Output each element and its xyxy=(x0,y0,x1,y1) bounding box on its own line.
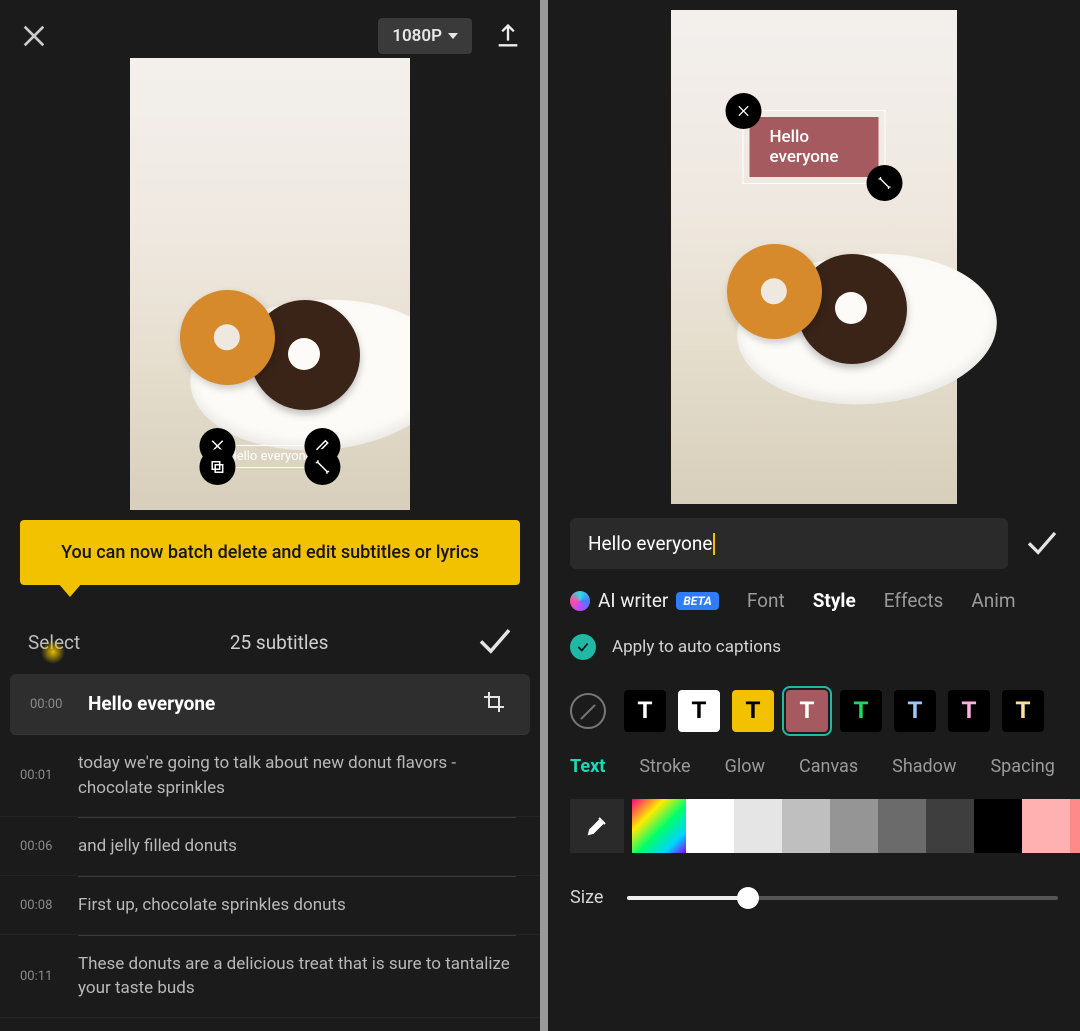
resolution-button[interactable]: 1080P xyxy=(378,18,472,54)
style-subtabs: Text Stroke Glow Canvas Shadow Spacing xyxy=(548,746,1080,787)
preview-area-right: Hello everyone xyxy=(548,0,1080,504)
tab-animation[interactable]: Anim xyxy=(971,589,1015,612)
subtitle-list-header: Select 25 subtitles xyxy=(0,610,540,674)
subtitle-time: 00:08 xyxy=(20,898,60,913)
style-tabs: AI writer BETA Font Style Effects Anim xyxy=(548,569,1080,622)
style-presets-row: TTTTTTTT xyxy=(548,672,1080,746)
eyedropper-button[interactable] xyxy=(570,799,624,853)
subtitle-text: These donuts are a delicious treat that … xyxy=(78,952,516,1001)
subtab-shadow[interactable]: Shadow xyxy=(892,756,956,777)
subtitle-row[interactable]: 00:08 First up, chocolate sprinkles donut… xyxy=(0,877,540,935)
subtitle-time: 00:11 xyxy=(20,969,60,984)
color-swatch[interactable] xyxy=(926,799,974,853)
preview-image xyxy=(160,270,410,450)
style-preset[interactable]: T xyxy=(1002,690,1044,732)
pane-separator xyxy=(540,0,548,1031)
ai-gradient-icon xyxy=(570,591,590,611)
subtitle-row[interactable]: 00:01 today we're going to talk about new… xyxy=(0,735,540,817)
hint-tooltip-text: You can now batch delete and edit subtit… xyxy=(61,542,479,563)
tab-font[interactable]: Font xyxy=(747,589,785,612)
subtitle-list: 00:00 Hello everyone 00:01 today we're goin… xyxy=(0,674,540,1018)
confirm-text-button[interactable] xyxy=(1026,529,1058,559)
subtitle-overlay[interactable]: Hello everyone xyxy=(216,445,323,468)
color-swatch[interactable] xyxy=(878,799,926,853)
color-swatch[interactable] xyxy=(830,799,878,853)
style-preset[interactable]: T xyxy=(894,690,936,732)
style-preset[interactable]: T xyxy=(678,690,720,732)
tab-style[interactable]: Style xyxy=(813,589,856,612)
subtab-spacing[interactable]: Spacing xyxy=(990,756,1054,777)
left-header: 1080P xyxy=(0,0,540,58)
color-picker-row xyxy=(548,787,1080,865)
style-preset[interactable]: T xyxy=(948,690,990,732)
video-preview[interactable]: Hello everyone xyxy=(130,58,410,510)
tab-ai-writer[interactable]: AI writer BETA xyxy=(570,589,719,612)
color-swatch[interactable] xyxy=(974,799,1022,853)
overlay-delete-button[interactable] xyxy=(726,93,762,129)
export-icon[interactable] xyxy=(494,22,522,50)
style-preset[interactable]: T xyxy=(840,690,882,732)
video-preview-right[interactable]: Hello everyone xyxy=(671,10,957,504)
subtitle-row[interactable]: 00:11 These donuts are a delicious treat … xyxy=(0,936,540,1018)
size-slider-row: Size xyxy=(548,865,1080,908)
subtab-glow[interactable]: Glow xyxy=(725,756,765,777)
subtitle-text: and jelly filled donuts xyxy=(78,834,516,859)
style-preset[interactable]: T xyxy=(786,690,828,732)
size-label: Size xyxy=(570,887,603,908)
subtitle-row[interactable]: 00:06 and jelly filled donuts xyxy=(0,818,540,876)
subtitle-text: Hello everyone xyxy=(88,690,464,718)
close-icon[interactable] xyxy=(18,20,50,52)
color-swatch[interactable] xyxy=(1022,799,1070,853)
subtitle-overlay-text: Hello everyone xyxy=(227,449,312,464)
text-input-row: Hello everyone xyxy=(548,504,1080,569)
hint-tooltip: You can now batch delete and edit subtit… xyxy=(20,520,520,585)
size-slider[interactable] xyxy=(627,888,1058,908)
subtitle-text-value: Hello everyone xyxy=(588,532,712,555)
style-pane: Hello everyone Hello everyone AI writer … xyxy=(548,0,1080,1031)
subtitle-text: today we're going to talk about new donu… xyxy=(78,751,516,800)
subtab-text[interactable]: Text xyxy=(570,756,605,777)
style-preset[interactable]: T xyxy=(732,690,774,732)
caret-down-icon xyxy=(448,33,458,39)
overlay-copy-button[interactable] xyxy=(199,449,235,485)
subtitle-overlay[interactable]: Hello everyone xyxy=(743,110,886,184)
color-swatch[interactable] xyxy=(734,799,782,853)
subtab-stroke[interactable]: Stroke xyxy=(639,756,690,777)
gradient-swatch[interactable] xyxy=(632,799,686,853)
color-swatch[interactable] xyxy=(1070,799,1080,853)
subtitle-time: 00:00 xyxy=(30,697,70,712)
apply-checkbox[interactable] xyxy=(570,634,596,660)
color-swatch[interactable] xyxy=(686,799,734,853)
tab-ai-writer-label: AI writer xyxy=(598,589,668,612)
subtitle-text: First up, chocolate sprinkles donuts xyxy=(78,893,516,918)
overlay-resize-button[interactable] xyxy=(305,449,341,485)
apply-label: Apply to auto captions xyxy=(612,637,781,657)
style-preset[interactable]: T xyxy=(624,690,666,732)
text-caret xyxy=(713,533,715,555)
confirm-button[interactable] xyxy=(478,626,512,659)
subtitles-pane: 1080P Hello everyone You can now batch d… xyxy=(0,0,540,1031)
subtab-canvas[interactable]: Canvas xyxy=(799,756,858,777)
color-swatch[interactable] xyxy=(782,799,830,853)
crop-icon[interactable] xyxy=(482,690,506,718)
no-style-button[interactable] xyxy=(570,693,606,729)
subtitle-count: 25 subtitles xyxy=(80,631,478,654)
overlay-resize-button[interactable] xyxy=(867,165,903,201)
hint-pulse-icon xyxy=(41,640,65,664)
preview-area: Hello everyone xyxy=(0,58,540,510)
beta-badge: BETA xyxy=(676,592,719,610)
subtitle-overlay-text: Hello everyone xyxy=(750,117,879,177)
subtitle-time: 00:01 xyxy=(20,768,60,783)
preview-image xyxy=(707,224,957,404)
resolution-label: 1080P xyxy=(392,26,442,46)
subtitle-row[interactable]: 00:00 Hello everyone xyxy=(10,674,530,735)
tab-effects[interactable]: Effects xyxy=(884,589,944,612)
subtitle-text-input[interactable]: Hello everyone xyxy=(570,518,1008,569)
subtitle-time: 00:06 xyxy=(20,839,60,854)
apply-to-captions-row[interactable]: Apply to auto captions xyxy=(548,622,1080,672)
